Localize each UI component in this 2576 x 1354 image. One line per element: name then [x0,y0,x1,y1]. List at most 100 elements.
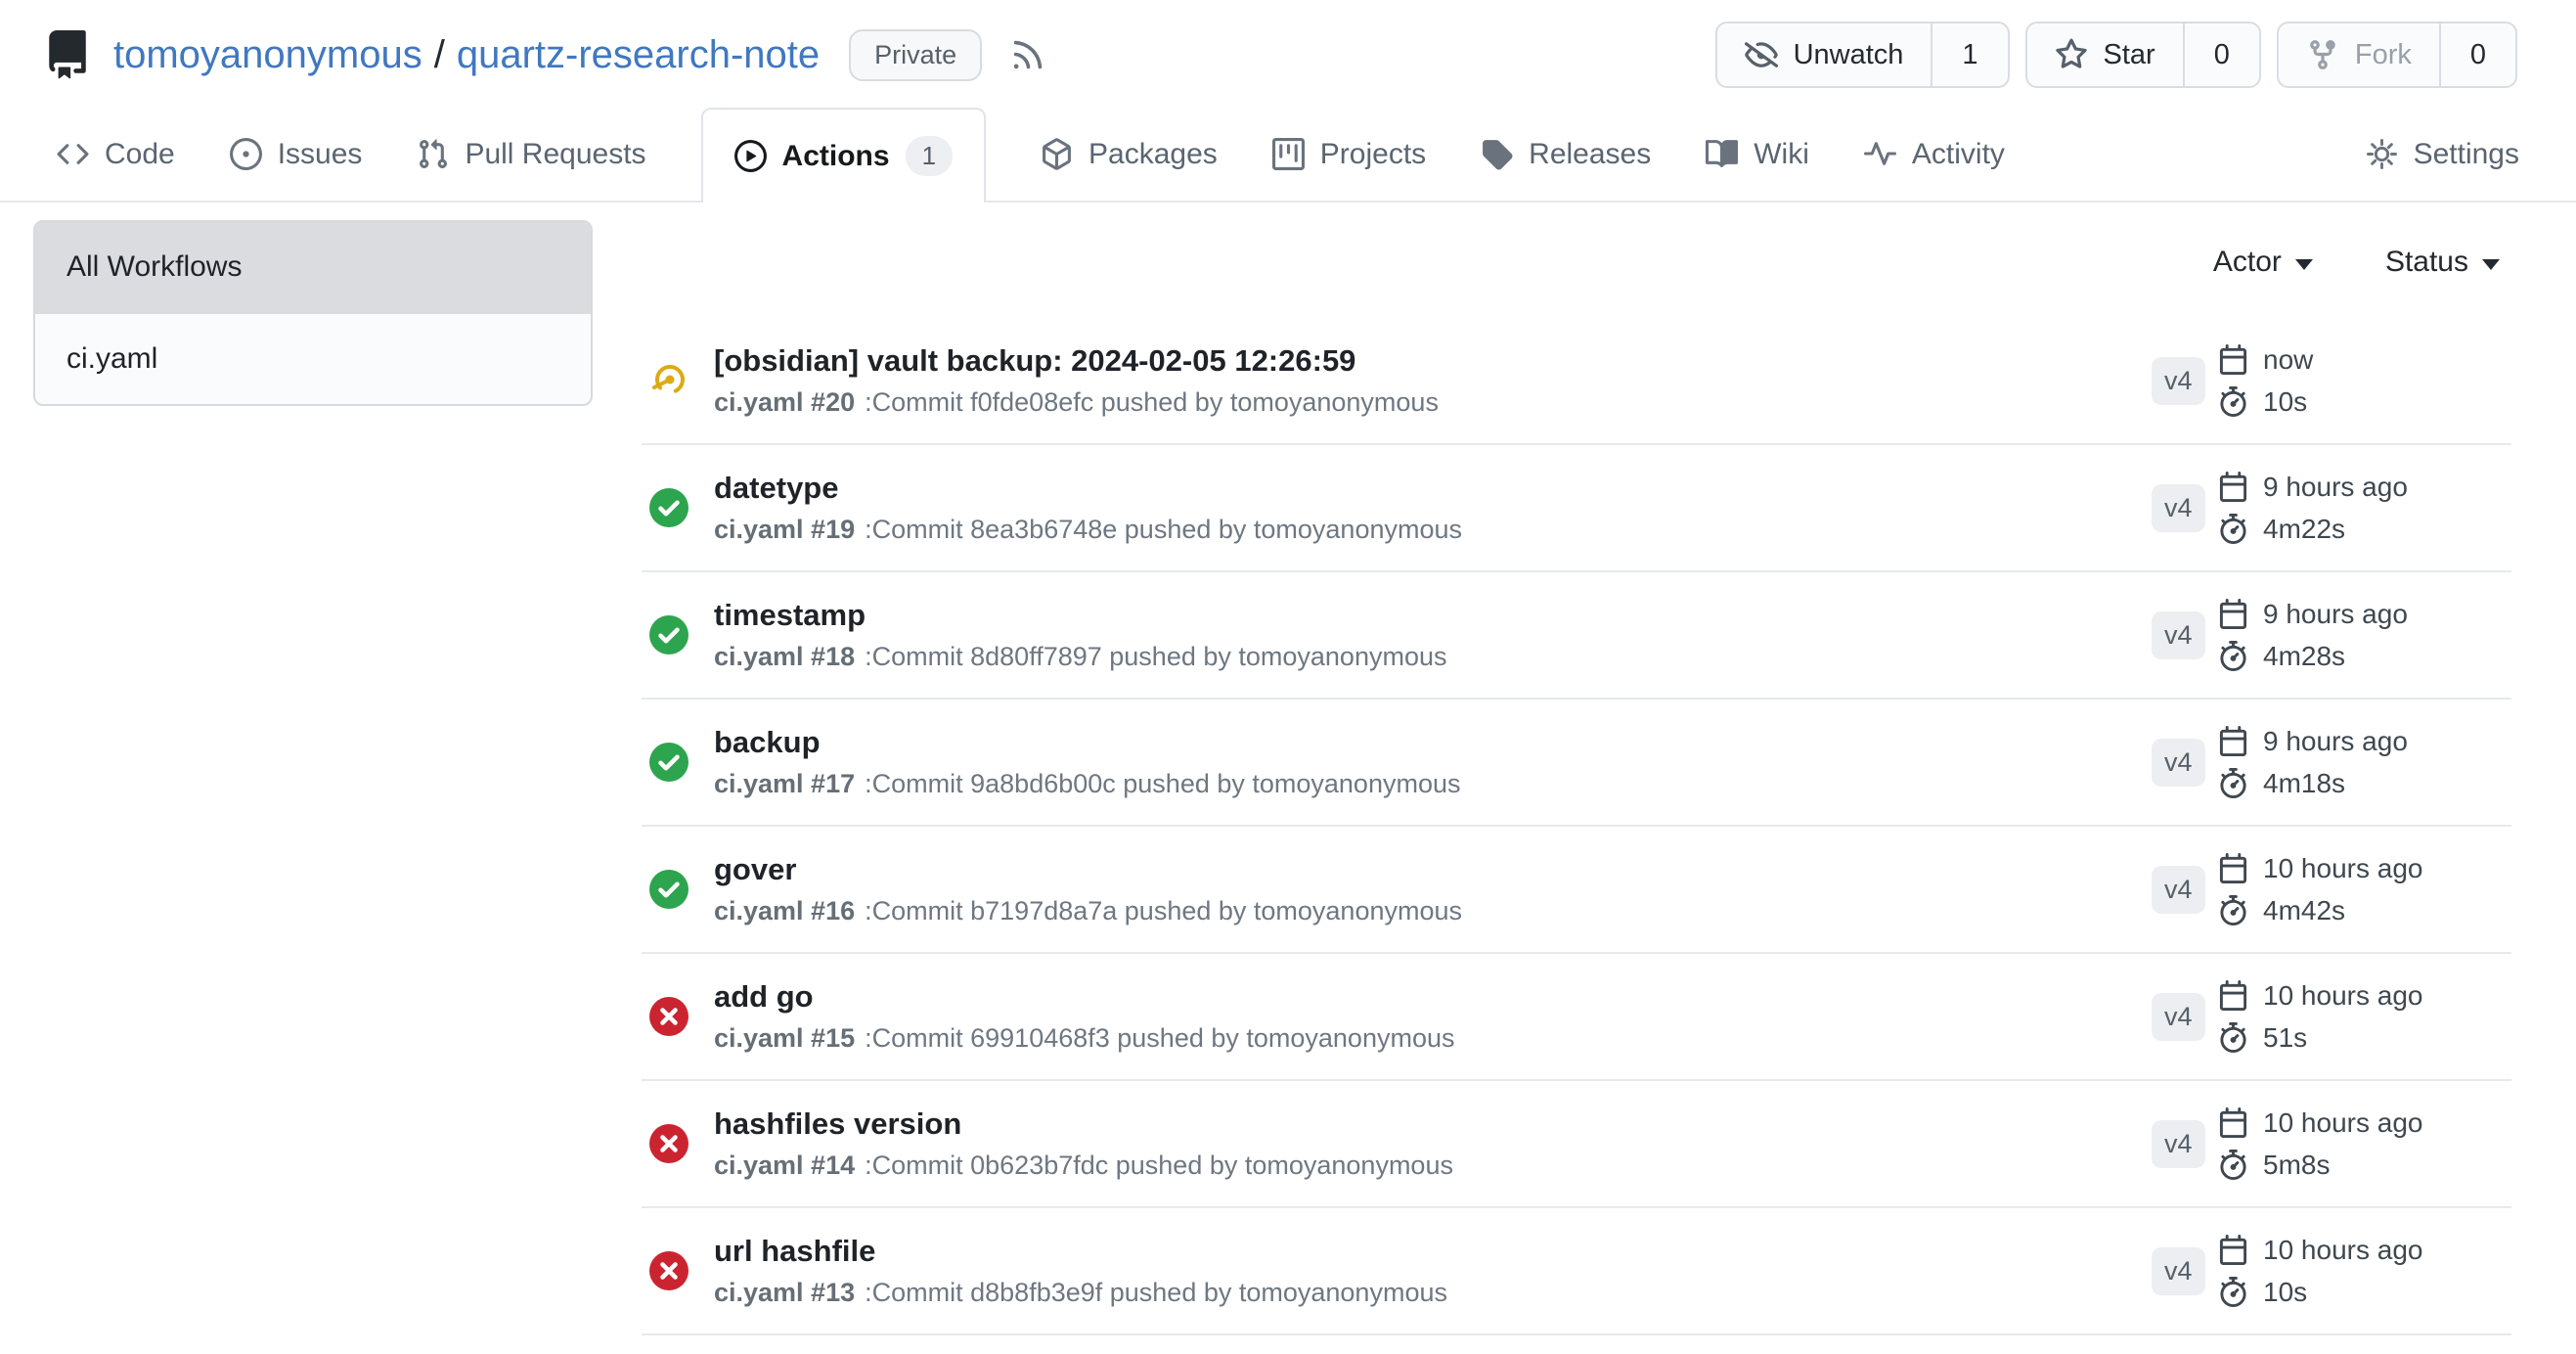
tab-label: Wiki [1754,138,1809,171]
header-action-button-group: Fork 0 [2277,22,2517,88]
success-icon [649,870,688,909]
run-started-time: 9 hours ago [2218,599,2511,630]
header-action-count[interactable]: 1 [1931,23,2007,86]
star-icon [2055,38,2088,71]
stopwatch-icon [2218,514,2248,544]
repo-nav-tab[interactable]: Projects [1272,108,1426,201]
commit-description: :Commit 8d80ff7897 pushed by tomoyanonym… [865,642,1446,671]
workflow-run-row: hashfiles version ci.yaml #14 :Commit 0b6… [642,1081,2511,1208]
run-time-text: 10 hours ago [2263,853,2422,884]
repo-nav-tab[interactable]: Code [57,108,175,201]
runner-version-badge: v4 [2152,357,2205,405]
workflow-ref: ci.yaml #14 [714,1151,855,1180]
header-action-button[interactable]: Star [2027,23,2183,86]
header-action-button[interactable]: Fork [2279,23,2439,86]
repo-icon [43,30,92,79]
sidebar-item-label: ci.yaml [67,342,157,375]
runner-version-badge: v4 [2152,1247,2205,1295]
run-subtitle: ci.yaml #17:Commit 9a8bd6b00c pushed by … [714,769,2152,800]
status-filter-dropdown[interactable]: Status [2385,246,2500,279]
header-action-button[interactable]: Unwatch [1717,23,1932,86]
runner-version-badge: v4 [2152,1120,2205,1168]
repo-nav: Code Issues Pull Requests Actions 1 Pack… [0,108,2576,203]
header-action-count[interactable]: 0 [2439,23,2515,86]
tab-settings[interactable]: Settings [2366,108,2519,201]
book-icon [1706,138,1738,170]
success-icon [649,615,688,654]
failure-icon [649,1251,688,1290]
workflow-ref: ci.yaml #19 [714,515,855,544]
workflow-ref: ci.yaml #20 [714,387,855,417]
success-icon [649,488,688,527]
run-times: 10 hours ago 51s [2218,980,2511,1054]
workflow-ref: ci.yaml #15 [714,1023,855,1053]
repo-nav-tab[interactable]: Actions 1 [701,108,986,203]
header-action-button-group: Star 0 [2025,22,2261,88]
rss-feed-icon[interactable] [1009,36,1046,73]
tab-label: Settings [2414,138,2519,171]
run-time-text: 9 hours ago [2263,472,2408,503]
actor-filter-dropdown[interactable]: Actor [2213,246,2313,279]
commit-description: :Commit 9a8bd6b00c pushed by tomoyanonym… [865,769,1460,798]
stopwatch-icon [2218,1022,2248,1053]
workflow-run-row: add go ci.yaml #15 :Commit 69910468f3 pus… [642,954,2511,1081]
repo-nav-tab[interactable]: Activity [1864,108,2005,201]
sidebar-workflow-item[interactable]: All Workflows [35,222,591,312]
run-subtitle: ci.yaml #16:Commit b7197d8a7a pushed by … [714,896,2152,927]
run-started-time: 9 hours ago [2218,726,2511,757]
in-progress-icon [649,361,688,400]
run-subtitle: ci.yaml #13:Commit d8b8fb3e9f pushed by … [714,1278,2152,1309]
run-text: gover ci.yaml #16:Commit b7197d8a7a push… [714,852,2152,927]
run-title-link[interactable]: backup [714,725,2152,760]
run-title-link[interactable]: hashfiles version [714,1106,2152,1142]
calendar-icon [2218,980,2248,1011]
repo-nav-tab[interactable]: Packages [1041,108,1218,201]
workflow-run-list: [obsidian] vault backup: 2024-02-05 12:2… [642,318,2511,1354]
project-icon [1272,138,1305,170]
calendar-icon [2218,344,2248,375]
repo-nav-tab[interactable]: Issues [230,108,363,201]
stopwatch-icon [2218,641,2248,671]
repo-nav-tab[interactable]: Pull Requests [417,108,645,201]
workflows-sidebar: All Workflows ci.yaml [33,220,593,406]
tab-label: Releases [1529,138,1651,171]
run-title-link[interactable]: url hashfile [714,1234,2152,1269]
chevron-down-icon [2295,259,2313,270]
commit-description: :Commit 69910468f3 pushed by tomoyanonym… [865,1023,1454,1053]
tag-icon [1481,138,1513,170]
workflow-run-row: url hashfile ci.yaml #13:Commit d8b8fb3e… [642,1208,2511,1335]
run-title-link[interactable]: gover [714,852,2152,887]
run-title-link[interactable]: [obsidian] vault backup: 2024-02-05 12:2… [714,343,2152,379]
run-title-link[interactable]: datetype [714,471,2152,506]
success-icon [649,743,688,782]
pulse-icon [1864,138,1896,170]
owner-link[interactable]: tomoyanonymous [113,33,422,76]
repo-link[interactable]: quartz-research-note [457,33,820,76]
repo-nav-tab[interactable]: Releases [1481,108,1651,201]
run-started-time: 9 hours ago [2218,472,2511,503]
run-text: add go ci.yaml #15 :Commit 69910468f3 pus… [714,979,2152,1055]
tab-label: Pull Requests [465,138,645,171]
actor-filter-label: Actor [2213,246,2282,279]
run-subtitle: ci.yaml #14 :Commit 0b623b7fdc pushed by … [714,1151,2152,1182]
run-title-link[interactable]: add go [714,979,2152,1015]
stopwatch-icon [2218,1150,2248,1180]
run-meta: v4 now 10s [2152,344,2511,418]
header-action-count[interactable]: 0 [2183,23,2259,86]
tab-label: Projects [1320,138,1426,171]
commit-description: :Commit 0b623b7fdc pushed by tomoyanonym… [865,1151,1453,1180]
commit-description: :Commit f0fde08efc pushed by tomoyanonym… [865,387,1439,417]
sidebar-workflow-item[interactable]: ci.yaml [35,312,591,404]
actions-page: All Workflows ci.yaml Actor Status [obsi… [0,203,2576,1354]
failure-icon [649,997,688,1036]
calendar-icon [2218,599,2248,629]
run-duration-text: 5m8s [2263,1150,2330,1181]
repo-nav-tab[interactable]: Wiki [1706,108,1809,201]
run-title-link[interactable]: timestamp [714,598,2152,633]
run-filters: Actor Status [642,203,2511,318]
run-started-time: 10 hours ago [2218,853,2511,884]
run-duration: 4m22s [2218,514,2511,545]
run-meta: v4 9 hours ago 4m18s [2152,726,2511,799]
run-duration-text: 4m18s [2263,768,2345,799]
run-text: hashfiles version ci.yaml #14 :Commit 0b6… [714,1106,2152,1182]
